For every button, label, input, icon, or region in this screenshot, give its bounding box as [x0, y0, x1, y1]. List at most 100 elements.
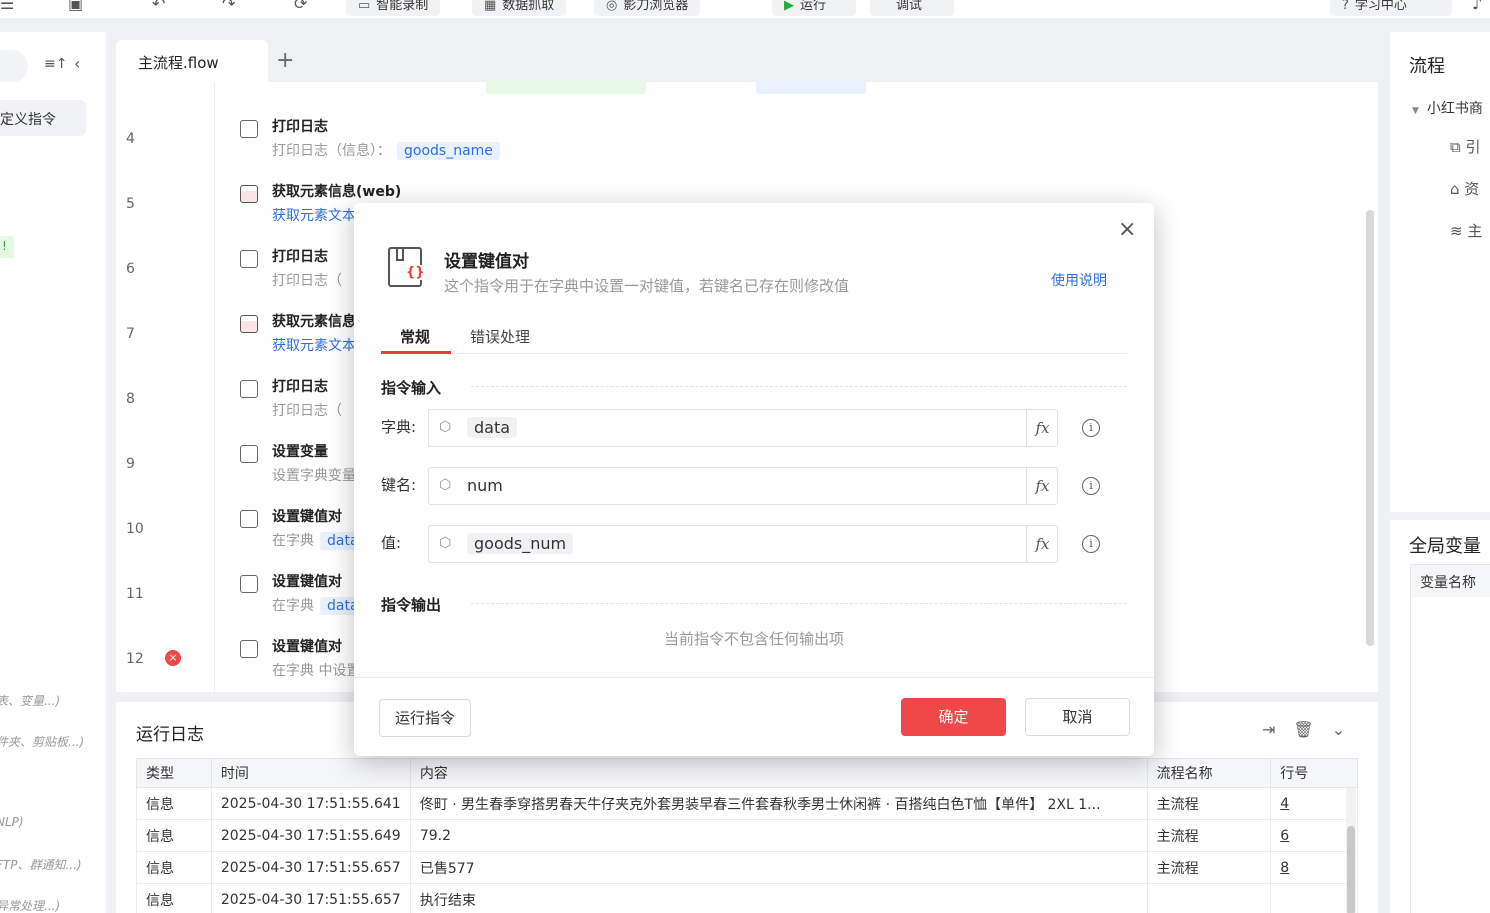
category-hint[interactable]: 异常处理...) — [0, 897, 60, 913]
row-subtitle: 在字典 data — [272, 595, 366, 615]
fx-button[interactable]: fx — [1026, 410, 1058, 446]
table-row[interactable]: 信息 2025-04-30 17:51:55.657 已售577 主流程 8 — [136, 851, 1358, 884]
format-icon[interactable]: ⟳ — [294, 0, 307, 13]
table-row[interactable]: 信息 2025-04-30 17:51:55.649 79.2 主流程 6 — [136, 819, 1358, 852]
redo-icon[interactable]: ↷ — [222, 0, 235, 13]
top-toolbar: ☰ ▣ ↶ ↷ ⟳ ▭ 智能录制 ▦ 数据抓取 ◎ 影刀浏览器 ▶ 运行 调试 ? 学习中… — [0, 0, 1490, 18]
caret-down-icon[interactable]: ▼ — [1412, 106, 1419, 116]
menu-icon[interactable]: ☰ — [0, 0, 14, 13]
line-number: 8 — [126, 391, 135, 407]
tree-item[interactable]: ⌂ 资 — [1450, 178, 1479, 199]
log-flow: 主流程 — [1146, 787, 1272, 820]
column-header: 类型 — [136, 758, 212, 788]
trash-icon[interactable]: 🗑 — [1293, 720, 1313, 739]
fx-button[interactable]: fx — [1026, 526, 1058, 562]
browser-icon: ◎ — [606, 0, 618, 13]
row-subtitle: 打印日志（ — [272, 273, 342, 289]
row-subtitle: 获取元素文本 — [272, 338, 356, 354]
dict-field[interactable]: ⬡ data fx — [428, 409, 1058, 447]
row-title: 设置变量 — [272, 444, 328, 460]
right-panel: 流程 ▼ 小红书商 ⧉ 引 ⌂ 资 ≋ 主 全局变量 变量名称 — [1390, 32, 1490, 913]
line-number: 10 — [126, 521, 144, 537]
info-icon[interactable]: i — [1082, 419, 1100, 437]
category-hint[interactable]: 表、变量...) — [0, 692, 60, 709]
bell-icon[interactable]: ♪ — [1472, 0, 1482, 13]
info-icon[interactable]: i — [1082, 535, 1100, 553]
panel-divider — [1390, 512, 1490, 520]
collapse-icon[interactable]: ‹ — [74, 54, 80, 73]
tab-bar: 主流程.flow + — [116, 40, 1378, 82]
log-type: 信息 — [136, 819, 212, 852]
log-line-link[interactable] — [1270, 883, 1358, 913]
python-icon: ⬡ — [439, 419, 452, 435]
add-tab-button[interactable]: + — [276, 48, 294, 73]
log-time: 2025-04-30 17:51:55.649 — [210, 819, 411, 852]
run-button[interactable]: ▶ 运行 — [772, 0, 856, 16]
category-hint[interactable]: 件夹、剪贴板...) — [0, 733, 84, 750]
export-icon[interactable]: ⇥ — [1262, 720, 1275, 739]
log-type: 信息 — [136, 851, 212, 884]
log-scrollbar[interactable] — [1347, 826, 1355, 913]
row-title: 打印日志 — [272, 379, 328, 395]
section-divider — [471, 386, 1127, 387]
help-link[interactable]: 使用说明 — [1051, 270, 1107, 290]
print-icon — [240, 250, 258, 268]
row-title: 设置键值对 — [272, 639, 342, 655]
dialog-title: 设置键值对 — [444, 252, 529, 272]
dialog-description: 这个指令用于在字典中设置一对键值，若键名已存在则修改值 — [444, 277, 850, 295]
editor-scrollbar[interactable] — [1366, 210, 1374, 646]
learning-center-button[interactable]: ? 学习中心 — [1330, 0, 1452, 16]
log-time: 2025-04-30 17:51:55.657 — [210, 883, 411, 913]
tree-item[interactable]: ≋ 主 — [1450, 220, 1482, 241]
fx-button[interactable]: fx — [1026, 468, 1058, 504]
tree-root[interactable]: ▼ 小红书商 — [1412, 98, 1483, 118]
info-icon[interactable]: i — [1082, 477, 1100, 495]
run-command-button[interactable]: 运行指令 — [379, 699, 471, 737]
row-subtitle: 打印日志（信息）： goods_name — [272, 140, 500, 160]
no-output-message: 当前指令不包含任何输出项 — [663, 630, 844, 648]
error-icon[interactable]: × — [165, 650, 181, 666]
tree-item[interactable]: ⧉ 引 — [1450, 136, 1481, 157]
line-number: 6 — [126, 261, 135, 277]
field-value: goods_num — [467, 533, 574, 554]
browser-button[interactable]: ◎ 影刀浏览器 — [594, 0, 701, 16]
log-time: 2025-04-30 17:51:55.641 — [210, 787, 411, 820]
close-icon[interactable]: × — [1118, 217, 1136, 242]
value-field[interactable]: ⬡ goods_num fx — [428, 525, 1058, 563]
row-subtitle: 获取元素文本 — [272, 208, 356, 224]
table-row[interactable]: 信息 2025-04-30 17:51:55.657 执行结束 — [136, 883, 1358, 913]
tab-main-flow[interactable]: 主流程.flow — [116, 40, 268, 82]
log-flow — [1146, 883, 1272, 913]
log-line-link[interactable]: 6 — [1270, 819, 1358, 852]
log-content: 佟町 · 男生春季穿搭男春天牛仔夹克外套男装早春三件套春秋季男士休闲裤 · 百搭… — [409, 787, 1148, 820]
sort-icon[interactable]: ≡↑ — [44, 56, 67, 72]
table-row[interactable]: 信息 2025-04-30 17:51:55.641 佟町 · 男生春季穿搭男春… — [136, 787, 1358, 820]
category-hint[interactable]: FTP、群通知...) — [0, 856, 82, 873]
sidebar-item-custom-command[interactable]: 定义指令 — [0, 100, 86, 136]
row-subtitle: 在字典 中设置 — [272, 663, 361, 679]
print-icon — [240, 120, 258, 138]
field-value: data — [467, 417, 518, 438]
confirm-button[interactable]: 确定 — [901, 698, 1006, 736]
key-field[interactable]: ⬡ num fx — [428, 467, 1058, 505]
tab-general[interactable]: 常规 — [400, 326, 430, 347]
undo-icon[interactable]: ↶ — [152, 0, 165, 13]
search-input[interactable] — [0, 50, 28, 82]
log-line-link[interactable]: 4 — [1270, 787, 1358, 820]
cancel-button[interactable]: 取消 — [1025, 698, 1130, 736]
debug-button[interactable]: 调试 — [870, 0, 954, 16]
python-icon: ⬡ — [439, 477, 452, 493]
category-hint[interactable]: NLP) — [0, 815, 24, 829]
section-divider — [471, 603, 1127, 604]
log-line-link[interactable]: 8 — [1270, 851, 1358, 884]
row-subtitle: 在字典 data — [272, 530, 366, 550]
tab-error-handling[interactable]: 错误处理 — [470, 326, 530, 347]
log-flow: 主流程 — [1146, 851, 1272, 884]
smart-record-button[interactable]: ▭ 智能录制 — [346, 0, 441, 16]
row-title: 获取元素信息 — [272, 314, 356, 330]
save-icon[interactable]: ▣ — [68, 0, 83, 13]
row-subtitle: 打印日志（ — [272, 403, 342, 419]
chevron-down-icon[interactable]: ⌄ — [1332, 720, 1345, 739]
data-capture-button[interactable]: ▦ 数据抓取 — [472, 0, 567, 16]
column-header: 流程名称 — [1146, 758, 1272, 788]
